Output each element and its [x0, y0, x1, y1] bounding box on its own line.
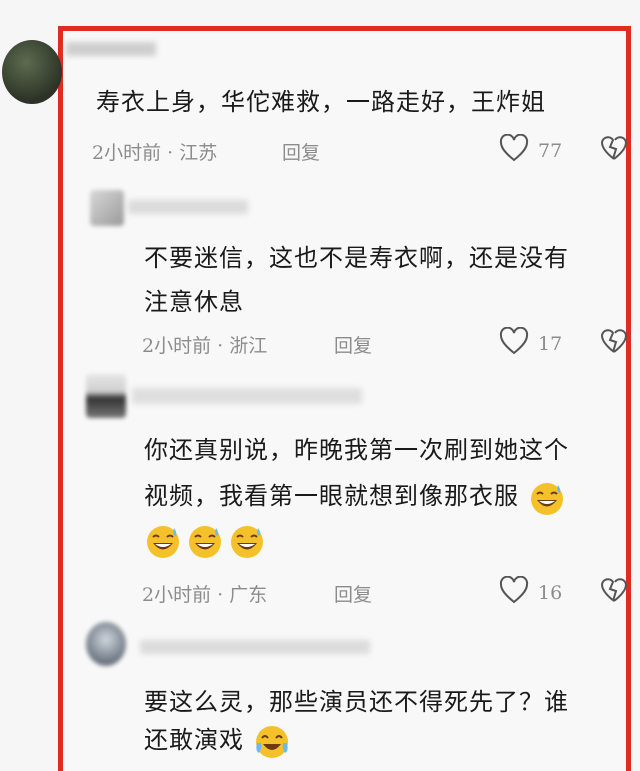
reply-button[interactable]: 回复 [282, 138, 320, 165]
emoji-row [144, 522, 266, 560]
username-blurred [132, 388, 362, 404]
avatar[interactable] [90, 190, 124, 226]
comment-text-line2-content: 视频，我看第一眼就想到像那衣服 [144, 482, 519, 510]
separator: · [217, 584, 224, 606]
laugh-sweat-emoji-icon [530, 482, 563, 515]
username-blurred [66, 42, 156, 56]
username-blurred [140, 640, 370, 654]
laugh-sweat-emoji-icon [231, 526, 263, 558]
like-count: 77 [538, 140, 563, 162]
timestamp: 2小时前 [92, 142, 162, 164]
avatar[interactable] [2, 40, 62, 104]
reply-button[interactable]: 回复 [334, 331, 372, 358]
comment-meta: 2小时前 · 广东 回复 [142, 580, 372, 607]
location: 广东 [229, 584, 268, 606]
comment-text: 寿衣上身，华佗难救，一路走好，王炸姐 [96, 88, 546, 116]
laugh-sweat-emoji-icon [189, 526, 221, 558]
dislike-icon[interactable] [600, 327, 628, 355]
comment-meta: 2小时前 · 江苏 回复 [92, 138, 320, 165]
comment-text-line2: 视频，我看第一眼就想到像那衣服 [144, 474, 566, 518]
comment-meta: 2小时前 · 浙江 回复 [142, 331, 372, 358]
separator: · [167, 142, 174, 164]
crying-laughing-emoji-icon [255, 725, 288, 758]
heart-icon[interactable] [499, 576, 529, 604]
comment-text-line1: 你还真别说，昨晚我第一次刷到她这个 [144, 436, 569, 464]
avatar[interactable] [86, 622, 126, 666]
heart-icon[interactable] [499, 134, 529, 162]
comment-text-line1: 不要迷信，这也不是寿衣啊，还是没有 [144, 244, 569, 272]
like-count: 17 [538, 333, 563, 355]
timestamp: 2小时前 [142, 584, 212, 606]
reply-button[interactable]: 回复 [334, 580, 372, 607]
like-count: 16 [538, 582, 563, 604]
timestamp: 2小时前 [142, 335, 212, 357]
heart-icon[interactable] [499, 327, 529, 355]
username-blurred [128, 200, 248, 214]
comment-text-line2-content: 还敢演戏 [144, 726, 244, 754]
laugh-sweat-emoji-icon [147, 526, 179, 558]
dislike-icon[interactable] [600, 134, 628, 162]
avatar[interactable] [86, 374, 126, 418]
comment-text-line2: 注意休息 [144, 288, 244, 316]
separator: · [217, 335, 224, 357]
dislike-icon[interactable] [600, 576, 628, 604]
location: 江苏 [179, 142, 218, 164]
comment-text-line2: 还敢演戏 [144, 718, 291, 762]
location: 浙江 [229, 335, 268, 357]
